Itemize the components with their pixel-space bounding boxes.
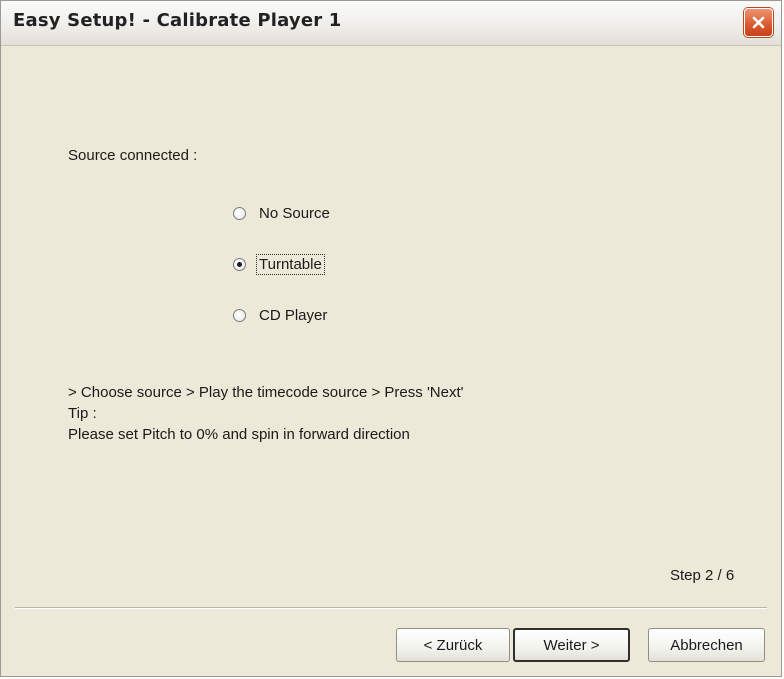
radio-cd-player-button[interactable] xyxy=(233,308,246,322)
step-indicator: Step 2 / 6 xyxy=(670,567,735,584)
radio-no-source[interactable]: No Source xyxy=(233,202,332,224)
next-button-label: Weiter > xyxy=(543,636,600,654)
tip-label: Tip : xyxy=(68,405,97,422)
window-title: Easy Setup! - Calibrate Player 1 xyxy=(13,10,342,31)
radio-cd-player[interactable]: CD Player xyxy=(233,304,329,326)
back-button[interactable]: < Zurück xyxy=(396,628,510,662)
instructions-line: > Choose source > Play the timecode sour… xyxy=(68,384,464,401)
radio-turntable-button[interactable] xyxy=(233,257,246,271)
cancel-button[interactable]: Abbrechen xyxy=(648,628,765,662)
cancel-button-label: Abbrechen xyxy=(670,636,743,654)
tip-text: Please set Pitch to 0% and spin in forwa… xyxy=(68,426,410,443)
close-button[interactable] xyxy=(744,8,773,37)
radio-turntable-label[interactable]: Turntable xyxy=(256,253,325,275)
back-button-label: < Zurück xyxy=(423,636,483,654)
close-icon xyxy=(752,16,765,29)
footer-separator xyxy=(15,607,767,609)
calibrate-dialog: Easy Setup! - Calibrate Player 1 Source … xyxy=(0,0,782,677)
radio-no-source-button[interactable] xyxy=(233,206,246,220)
radio-no-source-label[interactable]: No Source xyxy=(257,204,332,223)
next-button[interactable]: Weiter > xyxy=(513,628,630,662)
radio-turntable[interactable]: Turntable xyxy=(233,253,325,275)
source-connected-label: Source connected : xyxy=(68,147,198,164)
title-bar[interactable]: Easy Setup! - Calibrate Player 1 xyxy=(1,1,781,46)
radio-cd-player-label[interactable]: CD Player xyxy=(257,306,329,325)
